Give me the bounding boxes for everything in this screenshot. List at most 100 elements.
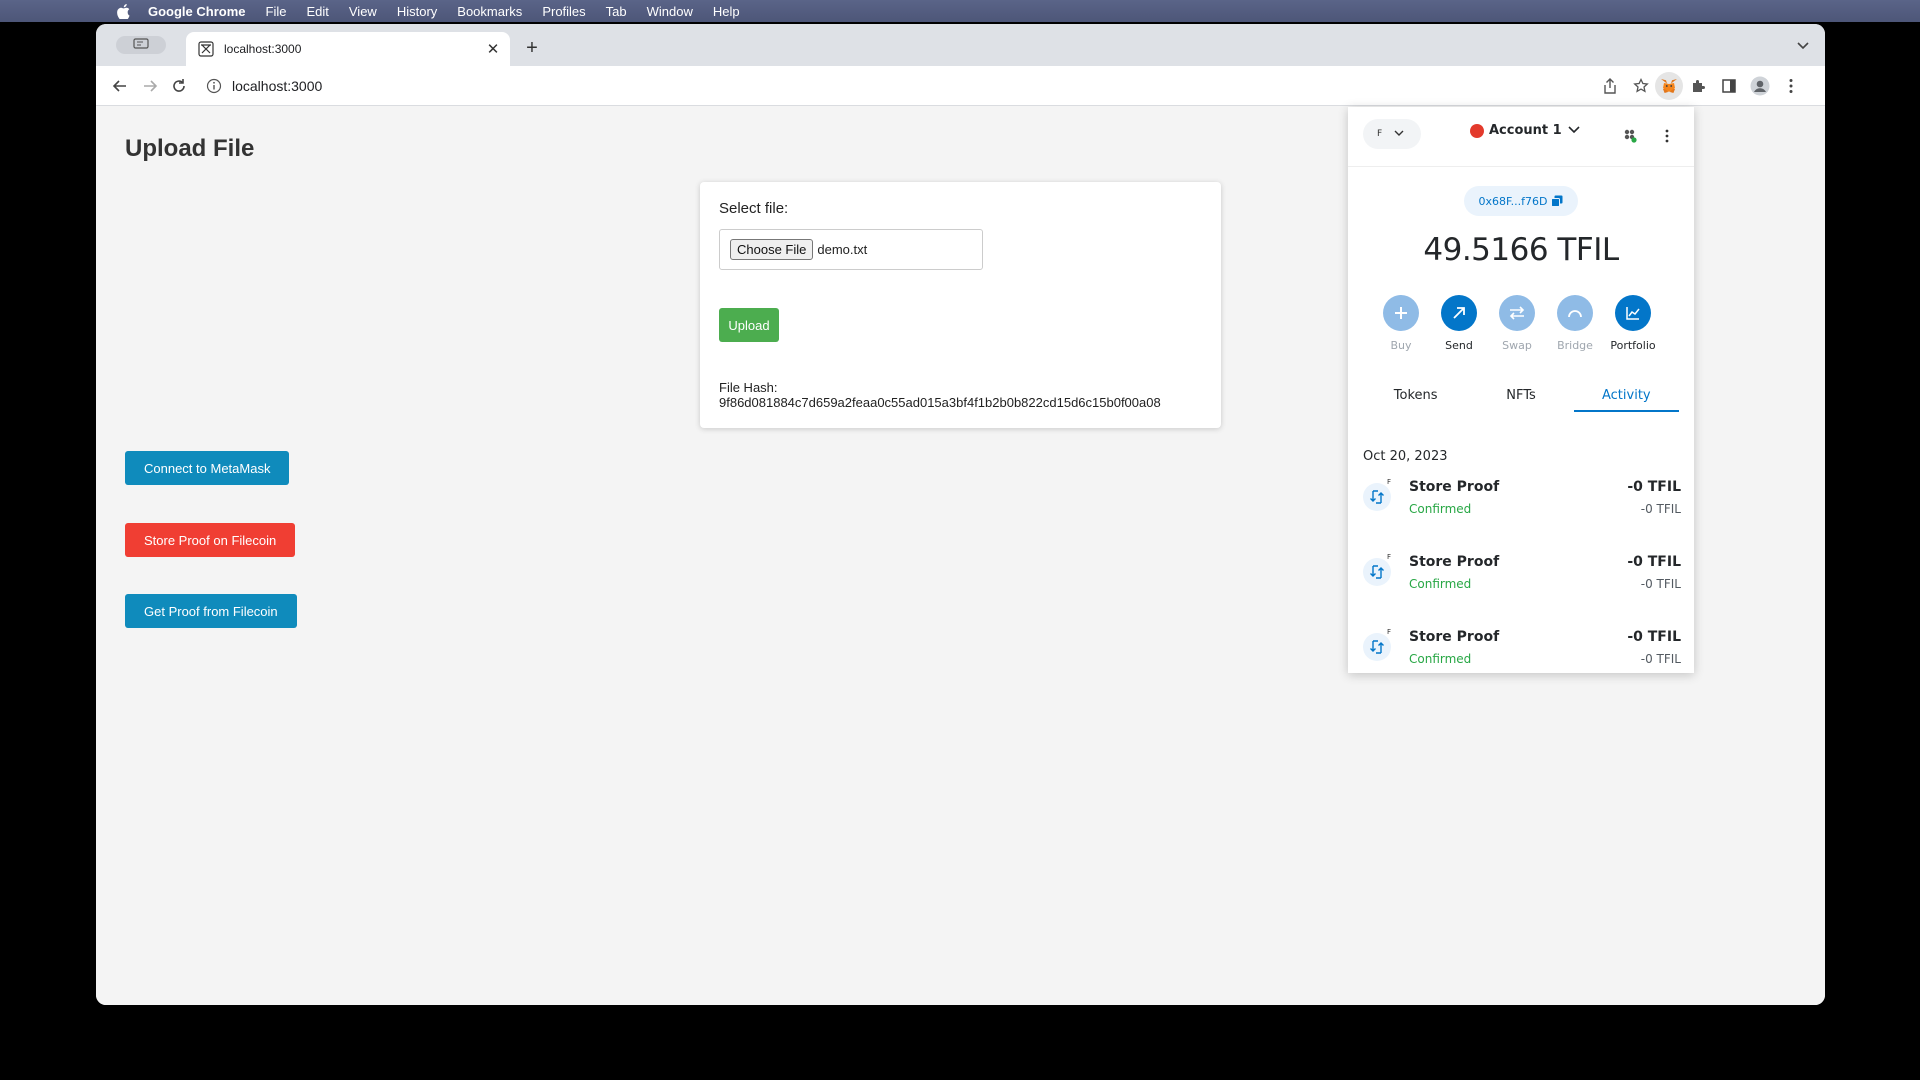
metamask-popup: F Account 1 0x68F...f76D 49.5166 TFIL Bu… — [1348, 107, 1694, 673]
forward-arrow-icon[interactable] — [140, 76, 160, 96]
select-file-label: Select file: — [719, 200, 789, 217]
network-initial: F — [1377, 129, 1383, 139]
metamask-extension-icon[interactable] — [1655, 72, 1683, 100]
menu-view[interactable]: View — [349, 4, 377, 19]
site-info-icon[interactable] — [206, 78, 222, 94]
transaction-amount: -0 TFIL — [1627, 554, 1681, 570]
browser-window: localhost:3000 ✕ + localhost:3000 Upload… — [96, 24, 1825, 1005]
menu-edit[interactable]: Edit — [306, 4, 328, 19]
bridge-action[interactable]: Bridge — [1550, 295, 1600, 352]
menu-profiles[interactable]: Profiles — [542, 4, 585, 19]
menu-app-name[interactable]: Google Chrome — [148, 4, 246, 19]
tab-strip: localhost:3000 ✕ + — [96, 24, 1825, 66]
send-label: Send — [1445, 339, 1473, 352]
tab-tokens[interactable]: Tokens — [1363, 378, 1468, 412]
swap-label: Swap — [1502, 339, 1532, 352]
network-badge: F — [1387, 553, 1392, 561]
chevron-down-icon — [1568, 123, 1580, 138]
menu-help[interactable]: Help — [713, 4, 740, 19]
browser-toolbar: localhost:3000 — [96, 66, 1825, 106]
selected-file-name: demo.txt — [817, 242, 868, 257]
plus-icon — [1383, 295, 1419, 331]
bookmark-star-icon[interactable] — [1631, 76, 1651, 96]
tab-close-icon[interactable]: ✕ — [484, 40, 502, 58]
swap-action[interactable]: Swap — [1492, 295, 1542, 352]
metamask-tabs: Tokens NFTs Activity — [1363, 378, 1679, 412]
portfolio-label: Portfolio — [1610, 339, 1656, 352]
account-address-pill[interactable]: 0x68F...f76D — [1464, 186, 1578, 216]
account-avatar — [1470, 123, 1484, 138]
tab-overview-icon — [133, 36, 149, 54]
tab-localhost[interactable]: localhost:3000 ✕ — [186, 32, 510, 66]
chrome-menu-icon[interactable] — [1781, 76, 1801, 96]
url-text: localhost:3000 — [232, 78, 323, 94]
tab-search-toggle[interactable] — [116, 36, 166, 54]
upload-card: Select file: Choose File demo.txt Upload… — [700, 182, 1221, 428]
side-panel-icon[interactable] — [1719, 76, 1739, 96]
reload-icon[interactable] — [169, 76, 189, 96]
connected-site-icon[interactable] — [1621, 127, 1639, 145]
send-arrow-icon — [1441, 295, 1477, 331]
tab-title: localhost:3000 — [224, 42, 302, 56]
menu-bookmarks[interactable]: Bookmarks — [457, 4, 522, 19]
portfolio-action[interactable]: Portfolio — [1608, 295, 1658, 352]
chart-trend-icon — [1615, 295, 1651, 331]
chevron-down-icon — [1394, 129, 1404, 139]
page-content: Upload File Select file: Choose File dem… — [96, 107, 1825, 1005]
share-icon[interactable] — [1600, 76, 1620, 96]
transaction-fiat-amount: -0 TFIL — [1640, 652, 1681, 666]
transaction-item[interactable]: F Store Proof Confirmed -0 TFIL -0 TFIL — [1363, 478, 1681, 535]
bridge-icon — [1557, 295, 1593, 331]
buy-action[interactable]: Buy — [1376, 295, 1426, 352]
transaction-title: Store Proof — [1409, 479, 1500, 495]
transaction-item[interactable]: F Store Proof Confirmed -0 TFIL -0 TFIL — [1363, 628, 1681, 685]
file-hash-value: 9f86d081884c7d659a2feaa0c55ad015a3bf4f1b… — [719, 395, 1161, 410]
send-action[interactable]: Send — [1434, 295, 1484, 352]
transaction-amount: -0 TFIL — [1627, 479, 1681, 495]
back-arrow-icon[interactable] — [110, 76, 130, 96]
page-favicon-icon — [198, 41, 214, 57]
transaction-fiat-amount: -0 TFIL — [1640, 577, 1681, 591]
connect-metamask-button[interactable]: Connect to MetaMask — [125, 451, 290, 485]
menu-window[interactable]: Window — [647, 4, 693, 19]
page-title: Upload File — [125, 135, 255, 162]
activity-date: Oct 20, 2023 — [1363, 449, 1448, 464]
file-input[interactable]: Choose File demo.txt — [719, 229, 983, 270]
choose-file-button[interactable]: Choose File — [730, 239, 814, 260]
account-name: Account 1 — [1489, 123, 1562, 138]
transaction-title: Store Proof — [1409, 629, 1500, 645]
kebab-menu-icon[interactable] — [1663, 127, 1671, 145]
transaction-amount: -0 TFIL — [1627, 629, 1681, 645]
address-bar[interactable]: localhost:3000 — [200, 70, 1700, 102]
extensions-puzzle-icon[interactable] — [1688, 76, 1708, 96]
chevron-down-icon[interactable] — [1795, 38, 1811, 54]
store-proof-button[interactable]: Store Proof on Filecoin — [125, 523, 296, 557]
network-badge: F — [1387, 628, 1392, 636]
menu-file[interactable]: File — [266, 4, 287, 19]
transaction-status: Confirmed — [1409, 652, 1472, 666]
menu-tab[interactable]: Tab — [606, 4, 627, 19]
account-selector[interactable]: Account 1 — [1470, 123, 1580, 138]
transaction-status: Confirmed — [1409, 577, 1472, 591]
profile-avatar-icon[interactable] — [1750, 76, 1770, 96]
bridge-label: Bridge — [1557, 339, 1593, 352]
contract-interaction-icon — [1363, 483, 1391, 511]
transaction-status: Confirmed — [1409, 502, 1472, 516]
tab-activity[interactable]: Activity — [1573, 378, 1679, 412]
contract-interaction-icon — [1363, 633, 1391, 661]
transaction-title: Store Proof — [1409, 554, 1500, 570]
tab-nfts[interactable]: NFTs — [1468, 378, 1573, 412]
network-badge: F — [1387, 478, 1392, 486]
upload-button[interactable]: Upload — [719, 308, 779, 342]
contract-interaction-icon — [1363, 558, 1391, 586]
copy-icon — [1551, 195, 1563, 207]
transaction-item[interactable]: F Store Proof Confirmed -0 TFIL -0 TFIL — [1363, 553, 1681, 610]
apple-logo-icon[interactable] — [116, 3, 130, 19]
metamask-header: F Account 1 — [1348, 107, 1694, 167]
menu-history[interactable]: History — [397, 4, 437, 19]
account-balance: 49.5166 TFIL — [1423, 232, 1619, 268]
get-proof-button[interactable]: Get Proof from Filecoin — [125, 594, 297, 628]
network-selector[interactable]: F — [1363, 119, 1421, 149]
new-tab-icon[interactable]: + — [520, 36, 544, 60]
transaction-fiat-amount: -0 TFIL — [1640, 502, 1681, 516]
